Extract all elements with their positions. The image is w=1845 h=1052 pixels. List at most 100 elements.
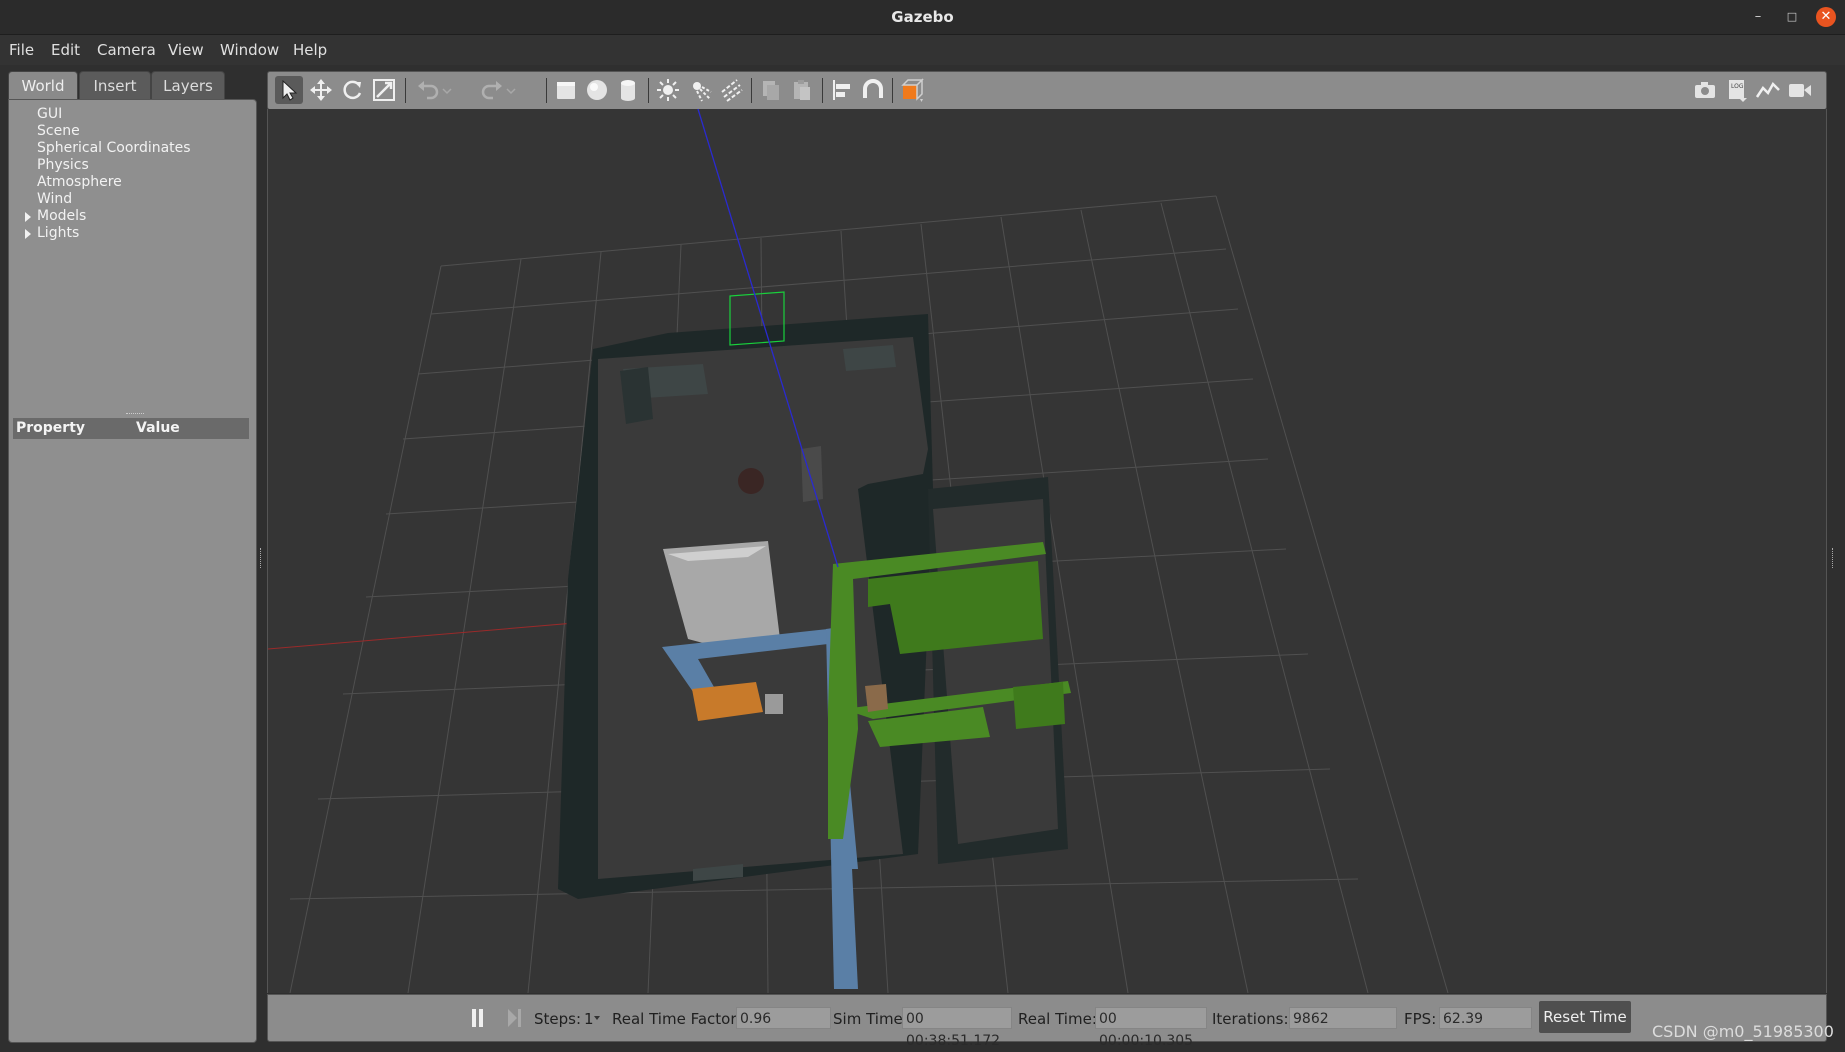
- tree-item-label: Spherical Coordinates: [37, 140, 191, 156]
- cylinder-shape-button[interactable]: [614, 76, 642, 104]
- directional-light-icon: [721, 79, 743, 102]
- expand-arrow-icon[interactable]: [25, 212, 31, 222]
- pause-icon: [472, 1009, 483, 1027]
- tree-item-wind[interactable]: Wind: [9, 191, 249, 208]
- toolbar-separator: [405, 78, 406, 103]
- view-angle-button[interactable]: [898, 76, 926, 104]
- world-panel: GUI Scene Spherical Coordinates Physics …: [8, 99, 257, 1043]
- sphere-icon: [587, 80, 607, 100]
- rotate-mode-button[interactable]: [338, 76, 366, 104]
- tree-item-label: Models: [37, 208, 87, 224]
- tree-item-models[interactable]: Models: [9, 208, 249, 225]
- spotlight-icon: [693, 82, 712, 102]
- expand-arrow-icon[interactable]: [25, 229, 31, 239]
- menu-view[interactable]: View: [168, 41, 204, 59]
- translate-mode-button[interactable]: [307, 76, 335, 104]
- pause-button[interactable]: [471, 1008, 485, 1028]
- tree-item-label: Atmosphere: [37, 174, 122, 190]
- redo-history-dropdown[interactable]: [504, 76, 518, 104]
- spot-light-button[interactable]: [686, 76, 714, 104]
- tree-item-atmosphere[interactable]: Atmosphere: [9, 174, 249, 191]
- move-arrows-icon: [310, 79, 332, 101]
- box-shape-button[interactable]: [552, 76, 580, 104]
- maximize-icon[interactable]: □: [1782, 7, 1802, 27]
- tab-layers[interactable]: Layers: [151, 71, 225, 100]
- menu-help[interactable]: Help: [293, 41, 327, 59]
- real-time-label: Real Time:: [1018, 1010, 1097, 1028]
- step-forward-icon: [508, 1009, 521, 1027]
- tree-item-scene[interactable]: Scene: [9, 123, 249, 140]
- cylinder-icon: [621, 80, 635, 101]
- tree-item-physics[interactable]: Physics: [9, 157, 249, 174]
- minimize-icon[interactable]: –: [1748, 7, 1768, 27]
- paste-button[interactable]: [788, 76, 816, 104]
- chevron-down-icon: [442, 88, 452, 95]
- scale-mode-button[interactable]: [370, 76, 398, 104]
- chevron-down-icon: [506, 88, 516, 95]
- sphere-shape-button[interactable]: [583, 76, 611, 104]
- real-time-factor-label: Real Time Factor:: [612, 1010, 742, 1028]
- tree-item-spherical-coordinates[interactable]: Spherical Coordinates: [9, 140, 249, 157]
- video-record-button[interactable]: [1786, 76, 1814, 104]
- paste-icon: [794, 80, 810, 100]
- log-button[interactable]: LOG: [1723, 76, 1751, 104]
- menu-file[interactable]: File: [9, 41, 34, 59]
- screenshot-button[interactable]: [1691, 76, 1719, 104]
- right-splitter-handle[interactable]: [1832, 548, 1836, 568]
- toolbar-separator: [648, 78, 649, 103]
- tab-insert[interactable]: Insert: [79, 71, 151, 100]
- undo-history-dropdown[interactable]: [440, 76, 454, 104]
- tree-item-label: Lights: [37, 225, 80, 241]
- real-time-factor-field: 0.96: [736, 1007, 831, 1029]
- scale-icon: [373, 79, 395, 101]
- reset-time-button[interactable]: Reset Time: [1539, 1001, 1631, 1033]
- log-icon: LOG: [1729, 80, 1747, 102]
- svg-text:LOG: LOG: [1731, 83, 1744, 90]
- arrow-cursor-icon: [282, 79, 298, 101]
- house-model[interactable]: [558, 314, 1071, 989]
- sim-time-field: 00 00:38:51.172: [902, 1007, 1012, 1049]
- undo-button[interactable]: [414, 76, 442, 104]
- copy-button[interactable]: [757, 76, 785, 104]
- tree-item-label: Wind: [37, 191, 73, 207]
- tree-item-label: GUI: [37, 106, 63, 122]
- tree-item-gui[interactable]: GUI: [9, 106, 249, 123]
- redo-icon: [481, 81, 502, 100]
- menu-edit[interactable]: Edit: [51, 41, 80, 59]
- menu-bar: File Edit Camera View Window Help: [0, 35, 1845, 65]
- iterations-label: Iterations:: [1212, 1010, 1289, 1028]
- toolbar-separator: [546, 78, 547, 103]
- tree-item-label: Scene: [37, 123, 80, 139]
- step-button[interactable]: [507, 1008, 523, 1028]
- value-column-header: Value: [136, 420, 180, 436]
- steps-value-spinner[interactable]: 1: [584, 1010, 594, 1028]
- scene-render: [268, 109, 1449, 993]
- world-tree: GUI Scene Spherical Coordinates Physics …: [9, 106, 249, 242]
- panel-splitter-handle[interactable]: [126, 413, 144, 417]
- tree-item-label: Physics: [37, 157, 89, 173]
- close-icon[interactable]: ✕: [1816, 7, 1836, 27]
- steps-label: Steps:: [534, 1010, 582, 1028]
- align-button[interactable]: [828, 76, 856, 104]
- watermark-text: CSDN @m0_51985300: [1652, 1022, 1834, 1041]
- time-panel: Steps: 1 Real Time Factor: 0.96 Sim Time…: [267, 994, 1827, 1049]
- select-mode-button[interactable]: [275, 76, 303, 104]
- plot-button[interactable]: [1754, 76, 1782, 104]
- magnet-icon: [863, 79, 883, 98]
- video-camera-icon: [1789, 84, 1811, 97]
- redo-button[interactable]: [478, 76, 506, 104]
- tree-item-lights[interactable]: Lights: [9, 225, 249, 242]
- window-title: Gazebo: [891, 8, 954, 26]
- scene-viewport[interactable]: [267, 109, 1827, 993]
- chevron-down-icon[interactable]: [594, 1016, 600, 1020]
- left-splitter-handle[interactable]: [260, 548, 264, 568]
- tab-world[interactable]: World: [8, 71, 78, 102]
- snap-button[interactable]: [859, 76, 887, 104]
- box-icon: [557, 82, 575, 99]
- copy-icon: [763, 81, 779, 100]
- point-light-button[interactable]: [654, 76, 682, 104]
- iterations-field: 9862: [1289, 1007, 1397, 1029]
- menu-camera[interactable]: Camera: [97, 41, 156, 59]
- menu-window[interactable]: Window: [220, 41, 279, 59]
- directional-light-button[interactable]: [717, 76, 745, 104]
